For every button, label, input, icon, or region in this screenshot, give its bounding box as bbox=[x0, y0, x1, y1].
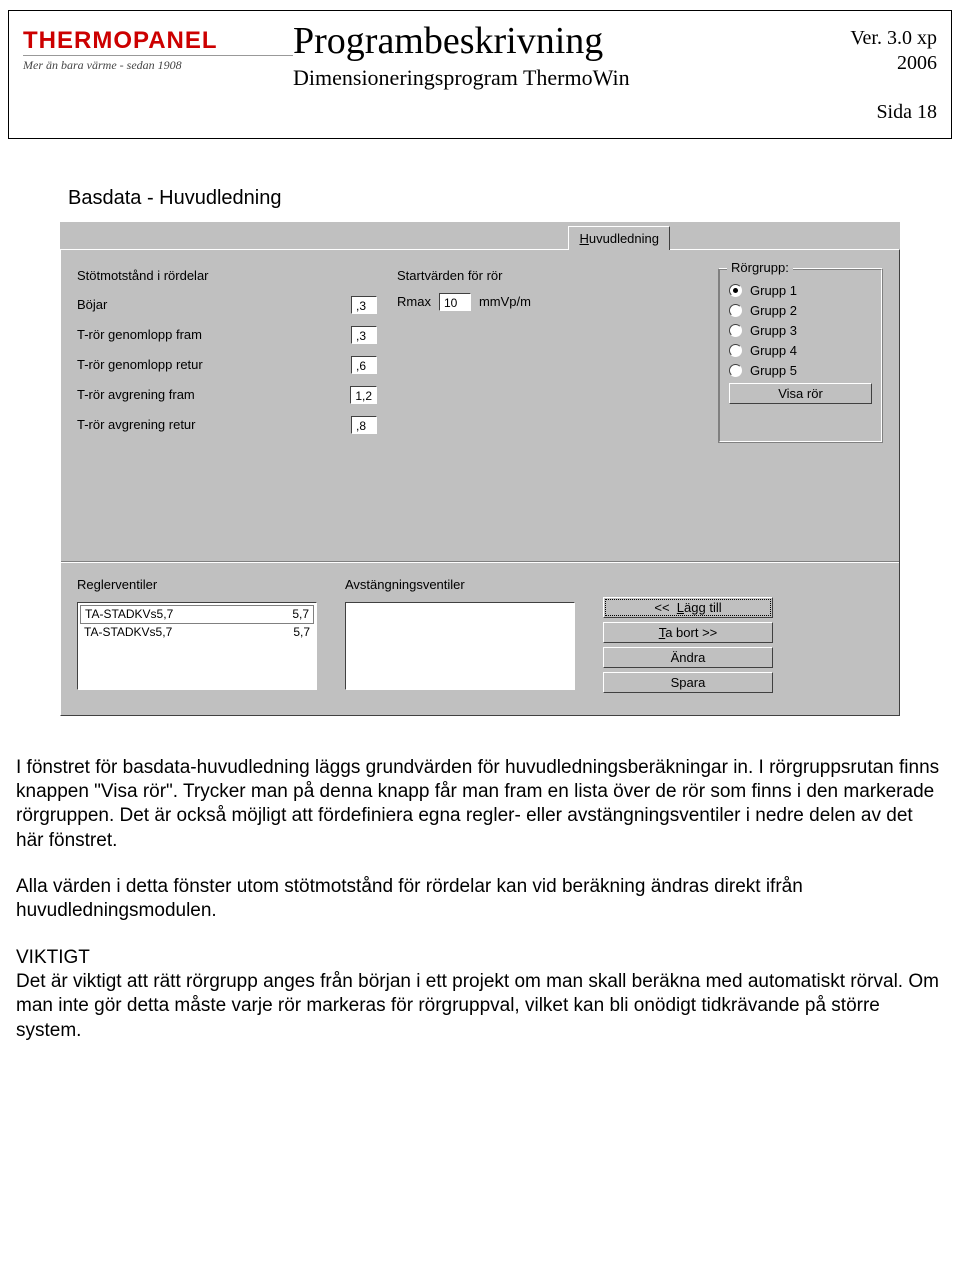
field-label-tror-fram: T-rör genomlopp fram bbox=[77, 327, 351, 342]
tab-huvudledning[interactable]: Huvudledning bbox=[568, 226, 670, 250]
reg-listbox[interactable]: TA-STADKVs5,7 5,7 TA-STADKVs5,7 5,7 bbox=[77, 602, 317, 690]
logo-text: THERMOPANEL bbox=[23, 27, 293, 55]
input-tror-avg-retur[interactable]: ,8 bbox=[351, 416, 377, 434]
doc-year: 2006 bbox=[817, 52, 937, 75]
visa-ror-button[interactable]: Visa rör bbox=[729, 383, 872, 404]
rmax-unit: mmVp/m bbox=[479, 294, 531, 309]
list-item[interactable]: TA-STADKVs5,7 5,7 bbox=[80, 624, 314, 641]
shock-heading: Stötmotstånd i rördelar bbox=[77, 268, 377, 283]
doc-subtitle: Dimensioneringsprogram ThermoWin bbox=[293, 65, 817, 91]
doc-header: THERMOPANEL Mer än bara värme - sedan 19… bbox=[8, 10, 952, 139]
doc-version: Ver. 3.0 xp bbox=[817, 27, 937, 50]
group-legend: Rörgrupp: bbox=[727, 260, 793, 275]
field-label-bojar: Böjar bbox=[77, 297, 351, 312]
radio-grupp-4[interactable]: Grupp 4 bbox=[729, 343, 872, 358]
field-label-tror-avg-retur: T-rör avgrening retur bbox=[77, 417, 351, 432]
body-text: I fönstret för basdata-huvudledning lägg… bbox=[16, 756, 944, 1043]
field-label-tror-avg-fram: T-rör avgrening fram bbox=[77, 387, 350, 402]
field-label-tror-retur: T-rör genomlopp retur bbox=[77, 357, 351, 372]
reg-heading: Reglerventiler bbox=[77, 577, 317, 592]
shut-listbox[interactable] bbox=[345, 602, 575, 690]
input-rmax[interactable]: 10 bbox=[439, 293, 471, 311]
paragraph-1: I fönstret för basdata-huvudledning lägg… bbox=[16, 756, 944, 853]
paragraph-3: VIKTIGT Det är viktigt att rätt rörgrupp… bbox=[16, 946, 944, 1043]
page-number: Sida 18 bbox=[23, 101, 937, 124]
start-heading: Startvärden för rör bbox=[397, 268, 627, 283]
shut-heading: Avstängningsventiler bbox=[345, 577, 575, 592]
input-tror-fram[interactable]: ,3 bbox=[351, 326, 377, 344]
tab-label: uvudledning bbox=[589, 231, 659, 246]
input-tror-retur[interactable]: ,6 bbox=[351, 356, 377, 374]
list-item[interactable]: TA-STADKVs5,7 5,7 bbox=[80, 605, 314, 624]
viktigt-body: Det är viktigt att rätt rörgrupp anges f… bbox=[16, 971, 939, 1041]
app-window: Huvudledning Stötmotstånd i rördelar Böj… bbox=[60, 222, 900, 716]
input-bojar[interactable]: ,3 bbox=[351, 296, 377, 314]
remove-button[interactable]: Ta bort >> bbox=[603, 622, 773, 643]
add-button[interactable]: << Lägg till bbox=[603, 597, 773, 618]
doc-title: Programbeskrivning bbox=[293, 21, 817, 63]
paragraph-2: Alla värden i detta fönster utom stötmot… bbox=[16, 875, 944, 924]
radio-grupp-2[interactable]: Grupp 2 bbox=[729, 303, 872, 318]
viktigt-heading: VIKTIGT bbox=[16, 947, 90, 968]
section-title: Basdata - Huvudledning bbox=[68, 187, 952, 210]
radio-grupp-5[interactable]: Grupp 5 bbox=[729, 363, 872, 378]
save-button[interactable]: Spara bbox=[603, 672, 773, 693]
logo: THERMOPANEL Mer än bara värme - sedan 19… bbox=[23, 21, 293, 73]
group-rorgrupp: Rörgrupp: Grupp 1 Grupp 2 Grupp 3 bbox=[718, 268, 883, 443]
radio-grupp-3[interactable]: Grupp 3 bbox=[729, 323, 872, 338]
logo-tagline: Mer än bara värme - sedan 1908 bbox=[23, 55, 293, 73]
rmax-label: Rmax bbox=[397, 294, 431, 309]
input-tror-avg-fram[interactable]: 1,2 bbox=[350, 386, 377, 404]
edit-button[interactable]: Ändra bbox=[603, 647, 773, 668]
radio-grupp-1[interactable]: Grupp 1 bbox=[729, 283, 872, 298]
